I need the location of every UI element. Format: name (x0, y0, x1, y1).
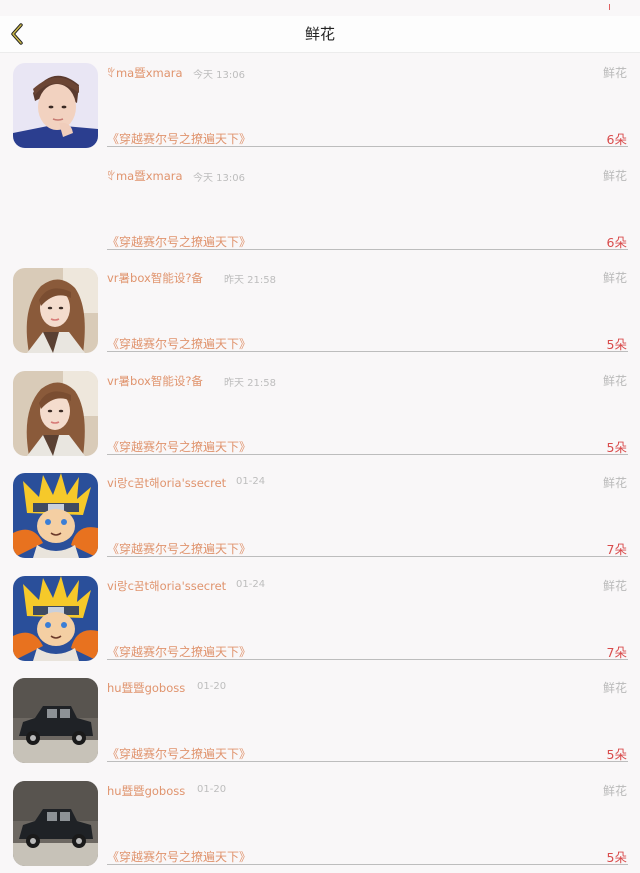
cartoon-character-icon (13, 473, 98, 558)
divider (107, 351, 628, 352)
book-title-link[interactable]: 《穿越赛尔号之撩遍天下》 (107, 540, 251, 557)
user-photo-icon (13, 63, 98, 148)
status-bar (0, 0, 640, 16)
divider (107, 454, 628, 455)
username[interactable]: hu暨暨goboss (107, 680, 185, 696)
timestamp: 昨天 21:58 (224, 271, 276, 286)
book-title-link[interactable]: 《穿越赛尔号之撩遍天下》 (107, 335, 251, 352)
book-title-link[interactable]: 《穿越赛尔号之撩遍天下》 (107, 643, 251, 660)
list-item[interactable]: vi랑c꿈t해oria'ssecret 01-24 鲜花 《穿越赛尔号之撩遍天下… (0, 463, 640, 566)
gift-type-label: 鲜花 (603, 167, 627, 184)
gift-type-label: 鲜花 (603, 474, 627, 491)
car-photo-icon (13, 678, 98, 763)
avatar[interactable] (13, 63, 98, 148)
divider (107, 146, 628, 147)
gift-type-label: 鲜花 (603, 64, 627, 81)
gift-record-list: ꃰma暨xmara 今天 13:06 鲜花 《穿越赛尔号之撩遍天下》 6朵 ꃰm… (0, 53, 640, 873)
navigation-bar: 鲜花 (0, 16, 640, 53)
divider (107, 761, 628, 762)
avatar[interactable] (13, 576, 98, 661)
book-title-link[interactable]: 《穿越赛尔号之撩遍天下》 (107, 233, 251, 250)
username[interactable]: vr暑box智能设?备 (107, 373, 203, 389)
battery-icon (609, 4, 610, 10)
user-photo-icon (13, 268, 98, 353)
gift-type-label: 鲜花 (603, 269, 627, 286)
timestamp: 昨天 21:58 (224, 374, 276, 389)
gift-type-label: 鲜花 (603, 782, 627, 799)
gift-type-label: 鲜花 (603, 372, 627, 389)
username[interactable]: ꃰma暨xmara (107, 65, 183, 81)
timestamp: 今天 13:06 (193, 169, 245, 184)
list-item[interactable]: hu暨暨goboss 01-20 鲜花 《穿越赛尔号之撩遍天下》 5朵 (0, 668, 640, 771)
list-item[interactable]: ꃰma暨xmara 今天 13:06 鲜花 《穿越赛尔号之撩遍天下》 6朵 (0, 156, 640, 259)
list-item[interactable]: vi랑c꿈t해oria'ssecret 01-24 鲜花 《穿越赛尔号之撩遍天下… (0, 566, 640, 669)
book-title-link[interactable]: 《穿越赛尔号之撩遍天下》 (107, 130, 251, 147)
user-photo-icon (13, 371, 98, 456)
avatar[interactable] (13, 268, 98, 353)
timestamp: 01-20 (197, 784, 226, 795)
username[interactable]: ꃰma暨xmara (107, 168, 183, 184)
avatar[interactable] (13, 678, 98, 763)
book-title-link[interactable]: 《穿越赛尔号之撩遍天下》 (107, 745, 251, 762)
list-item[interactable]: hu暨暨goboss 01-20 鲜花 《穿越赛尔号之撩遍天下》 5朵 (0, 771, 640, 873)
book-title-link[interactable]: 《穿越赛尔号之撩遍天下》 (107, 438, 251, 455)
username[interactable]: vi랑c꿈t해oria'ssecret (107, 475, 226, 491)
timestamp: 01-20 (197, 681, 226, 692)
divider (107, 659, 628, 660)
timestamp: 今天 13:06 (193, 66, 245, 81)
avatar[interactable] (13, 371, 98, 456)
divider (107, 864, 628, 865)
cartoon-character-icon (13, 576, 98, 661)
gift-type-label: 鲜花 (603, 577, 627, 594)
divider (107, 556, 628, 557)
timestamp: 01-24 (236, 579, 265, 590)
gift-type-label: 鲜花 (603, 679, 627, 696)
list-item[interactable]: vr暑box智能设?备 昨天 21:58 鲜花 《穿越赛尔号之撩遍天下》 5朵 (0, 258, 640, 361)
username[interactable]: hu暨暨goboss (107, 783, 185, 799)
divider (107, 249, 628, 250)
username[interactable]: vr暑box智能设?备 (107, 270, 203, 286)
timestamp: 01-24 (236, 476, 265, 487)
list-item[interactable]: ꃰma暨xmara 今天 13:06 鲜花 《穿越赛尔号之撩遍天下》 6朵 (0, 53, 640, 156)
avatar[interactable] (13, 473, 98, 558)
book-title-link[interactable]: 《穿越赛尔号之撩遍天下》 (107, 848, 251, 865)
page-title: 鲜花 (0, 16, 640, 52)
username[interactable]: vi랑c꿈t해oria'ssecret (107, 578, 226, 594)
list-item[interactable]: vr暑box智能设?备 昨天 21:58 鲜花 《穿越赛尔号之撩遍天下》 5朵 (0, 361, 640, 464)
